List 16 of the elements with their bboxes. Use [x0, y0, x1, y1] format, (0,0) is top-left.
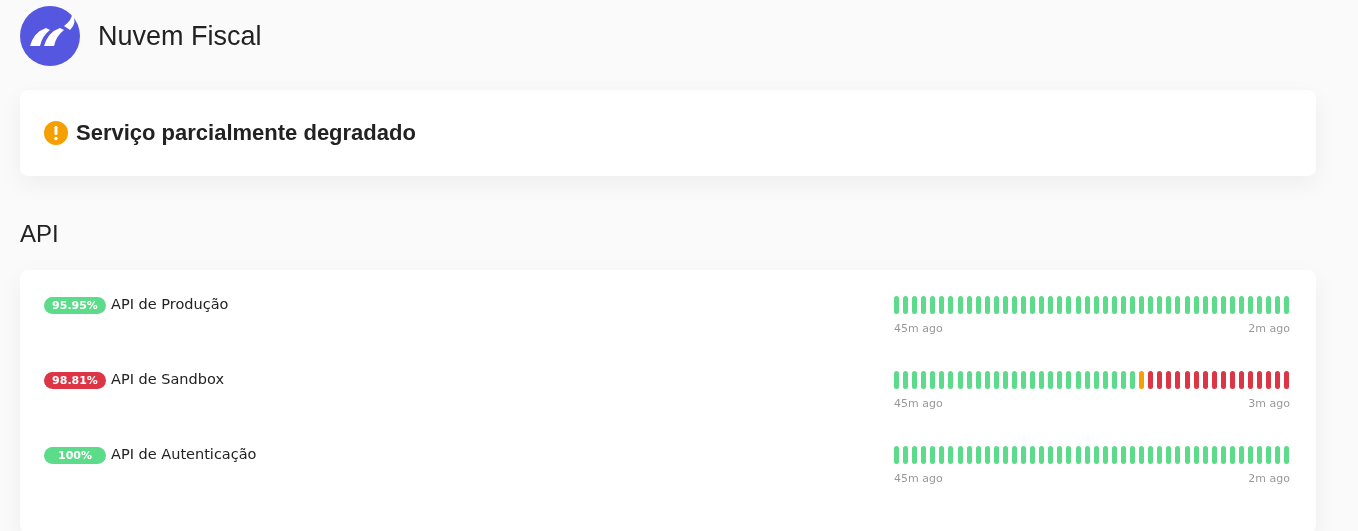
time-label: 45m ago — [894, 322, 943, 335]
time-label: 2m ago — [1248, 322, 1290, 335]
service-name: API de Autenticação — [111, 446, 257, 462]
time-label: 45m ago — [894, 472, 943, 485]
logo-icon — [20, 6, 80, 66]
uptime-badge: 95.95% — [44, 297, 106, 314]
uptime-badge: 98.81% — [44, 372, 106, 389]
time-label: 45m ago — [894, 397, 943, 410]
service-name: API de Produção — [111, 296, 229, 312]
status-message: Serviço parcialmente degradado — [76, 120, 416, 146]
service-name: API de Sandbox — [111, 371, 224, 387]
time-label: 3m ago — [1248, 397, 1290, 410]
time-label: 2m ago — [1248, 472, 1290, 485]
uptime-badge: 100% — [44, 447, 106, 464]
section-title: API — [20, 220, 60, 248]
site-title: Nuvem Fiscal — [98, 20, 262, 52]
